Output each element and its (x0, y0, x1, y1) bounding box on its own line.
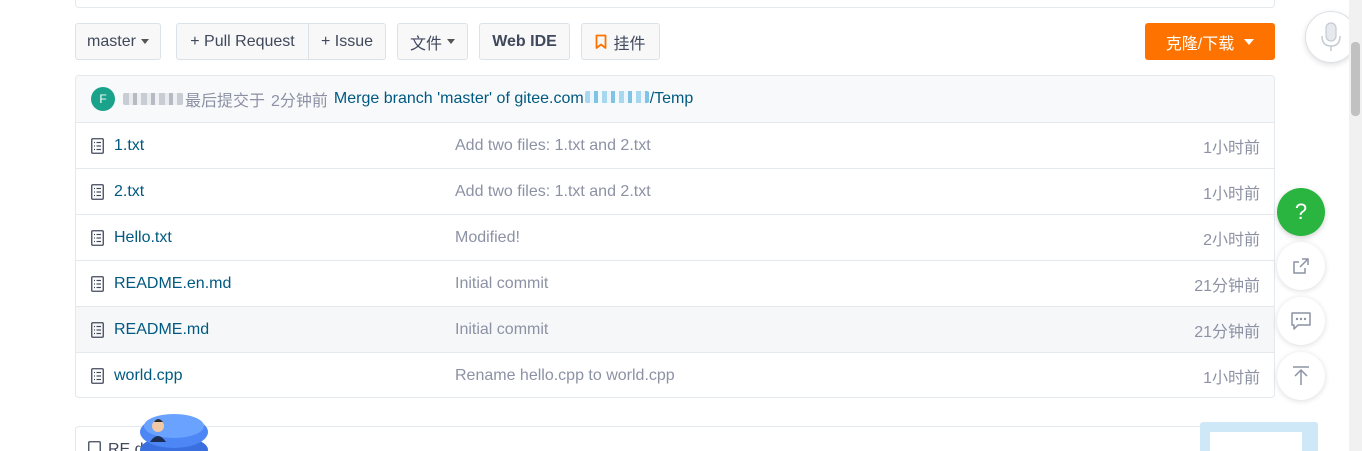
message-icon (1291, 312, 1311, 330)
file-commit-time: 1小时前 (1203, 370, 1260, 387)
file-text-icon (91, 138, 104, 154)
file-commit-message[interactable]: Add two files: 1.txt and 2.txt (455, 183, 651, 201)
scrollbar-thumb[interactable] (1351, 42, 1360, 116)
file-name-link[interactable]: Hello.txt (114, 229, 172, 247)
file-name-link[interactable]: 2.txt (114, 183, 144, 201)
latest-commit-bar: F 最后提交于 2分钟前 Merge branch 'master' of gi… (76, 76, 1274, 123)
top-card (75, 0, 1275, 8)
files-menu-button[interactable]: 文件 (397, 23, 468, 60)
commit-message-suffix: /Temp (649, 90, 694, 107)
last-commit-time: 2分钟前 (271, 93, 328, 110)
commit-message-prefix: Merge branch 'master' of gitee.com (333, 90, 584, 107)
share-button[interactable] (1277, 242, 1325, 290)
file-commit-time: 2小时前 (1203, 231, 1260, 249)
clone-label: 克隆/下载 (1165, 35, 1235, 53)
file-text-icon (88, 441, 101, 451)
redacted-username (123, 93, 183, 105)
new-pull-request-button[interactable]: + Pull Request (177, 24, 308, 59)
table-row: Hello.txt Modified! 2小时前 (76, 215, 1274, 261)
plugin-label: 挂件 (613, 35, 646, 53)
file-commit-message[interactable]: Rename hello.cpp to world.cpp (455, 367, 675, 385)
file-text-icon (91, 322, 104, 338)
feedback-button[interactable] (1277, 297, 1325, 345)
chevron-down-icon (1244, 38, 1255, 45)
file-commit-message[interactable]: Initial commit (455, 321, 548, 339)
file-commit-time: 21分钟前 (1194, 277, 1260, 295)
table-row: README.md Initial commit 21分钟前 (76, 307, 1274, 353)
redacted-namespace (584, 91, 649, 103)
file-name-link[interactable]: world.cpp (114, 367, 182, 385)
file-text-icon (91, 276, 104, 292)
file-commit-time: 21分钟前 (1194, 323, 1260, 341)
last-commit-label: 最后提交于 (185, 93, 266, 110)
files-menu-label: 文件 (409, 35, 442, 53)
table-row: README.en.md Initial commit 21分钟前 (76, 261, 1274, 307)
readme-card: RE d (75, 426, 1275, 451)
web-ide-button[interactable]: Web IDE (479, 23, 570, 60)
pr-issue-group: + Pull Request + Issue (176, 23, 386, 60)
file-name-link[interactable]: README.md (114, 321, 209, 339)
new-issue-button[interactable]: + Issue (308, 24, 385, 59)
bookmark-icon (596, 34, 607, 49)
qr-code-widget[interactable] (1200, 422, 1318, 451)
file-name-link[interactable]: 1.txt (114, 137, 144, 155)
file-commit-message[interactable]: Initial commit (455, 275, 548, 293)
chevron-down-icon (140, 39, 149, 44)
table-row: world.cpp Rename hello.cpp to world.cpp … (76, 353, 1274, 397)
avatar[interactable]: F (91, 87, 115, 111)
chevron-down-icon (447, 39, 455, 44)
file-name-link[interactable]: README.en.md (114, 275, 231, 293)
file-commit-time: 1小时前 (1203, 185, 1260, 203)
file-text-icon (91, 230, 104, 246)
page-scrollbar[interactable] (1349, 0, 1362, 451)
help-button[interactable]: ? (1277, 188, 1325, 236)
branch-label: master (87, 32, 136, 50)
back-to-top-button[interactable] (1277, 352, 1325, 400)
plugin-button[interactable]: 挂件 (581, 23, 660, 60)
branch-select[interactable]: master (75, 23, 161, 60)
mascot-illustration (140, 414, 208, 451)
share-icon (1293, 258, 1309, 274)
arrow-up-icon (1293, 366, 1309, 385)
commit-message-link[interactable]: Merge branch 'master' of gitee.com/Temp (334, 90, 693, 108)
file-commit-message[interactable]: Add two files: 1.txt and 2.txt (455, 137, 651, 155)
file-commit-message[interactable]: Modified! (455, 229, 520, 247)
clone-download-button[interactable]: 克隆/下载 (1145, 23, 1275, 60)
file-text-icon (91, 368, 104, 384)
file-commit-time: 1小时前 (1203, 139, 1260, 157)
table-row: 1.txt Add two files: 1.txt and 2.txt 1小时… (76, 123, 1274, 169)
qr-code-icon (1210, 432, 1302, 451)
file-table: F 最后提交于 2分钟前 Merge branch 'master' of gi… (75, 75, 1275, 398)
table-row: 2.txt Add two files: 1.txt and 2.txt 1小时… (76, 169, 1274, 215)
file-text-icon (91, 184, 104, 200)
repo-toolbar: master + Pull Request + Issue 文件 Web IDE… (75, 23, 1275, 61)
microphone-icon (1321, 22, 1341, 51)
